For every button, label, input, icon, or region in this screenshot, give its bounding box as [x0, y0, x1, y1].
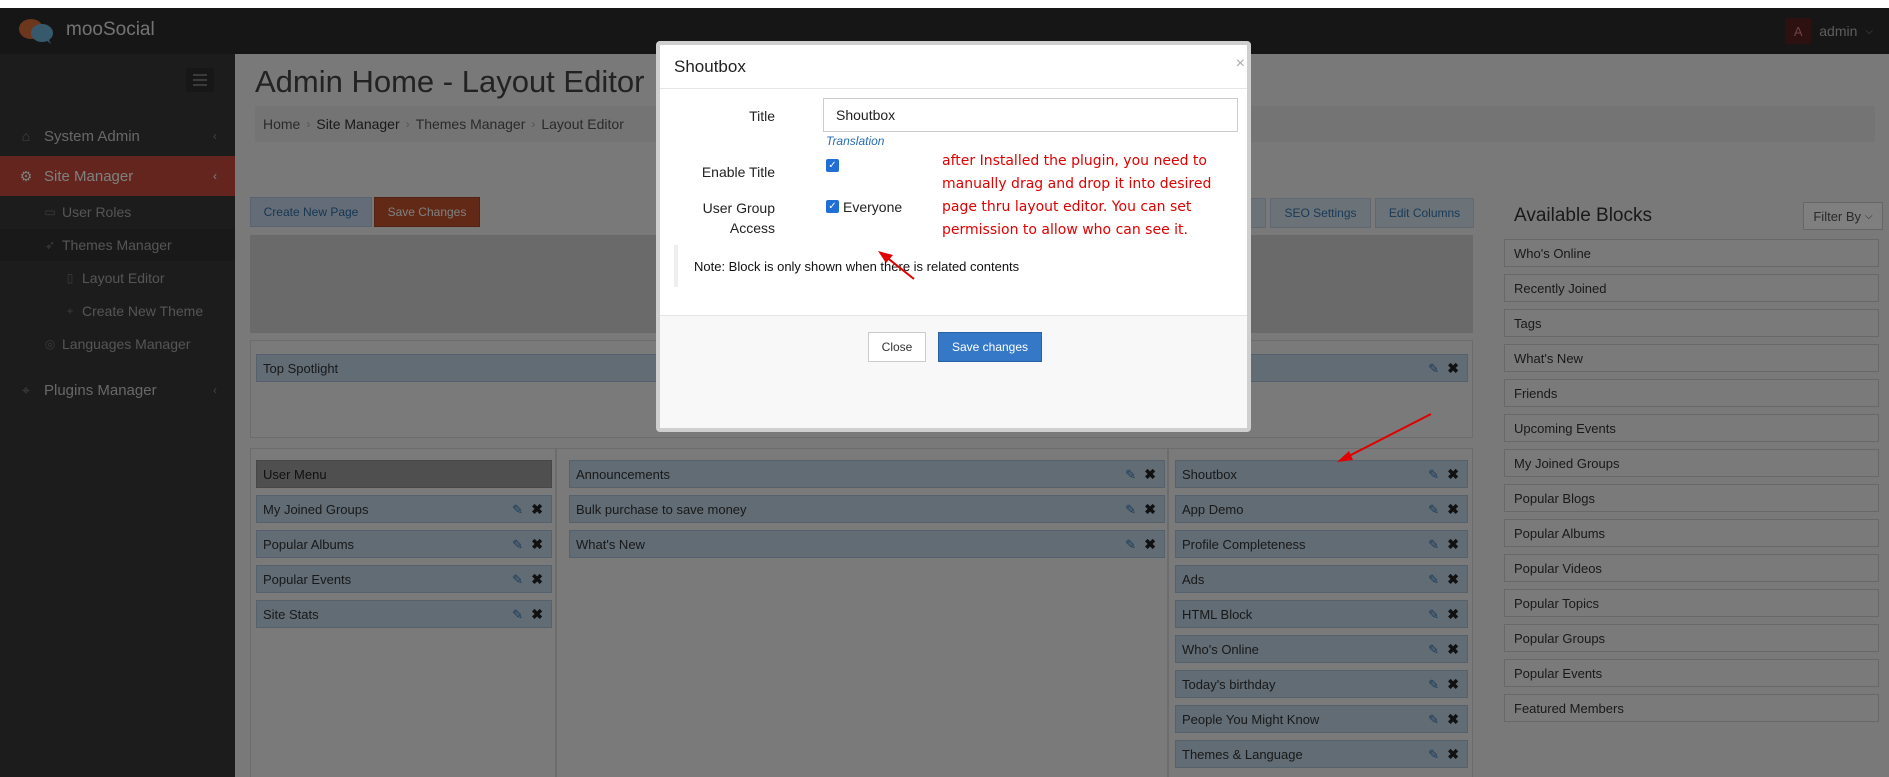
annotation-arrows [878, 251, 1432, 462]
annotation-arrow-modal [884, 255, 915, 280]
app-screen: mooSocial A admin ⌵ ⌂ System Admin ‹ ⚙ S… [0, 8, 1889, 777]
annotation-arrow-shoutbox [1346, 413, 1432, 458]
annotation-arrowhead-shoutbox [1337, 451, 1353, 462]
